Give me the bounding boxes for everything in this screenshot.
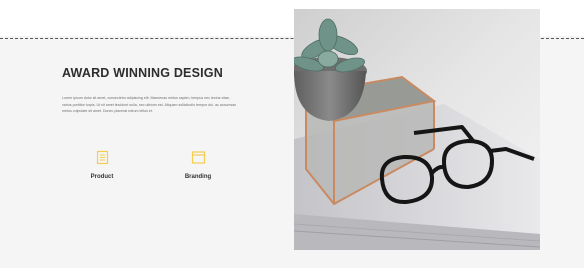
browser-window-icon (191, 151, 205, 164)
feature-product: Product (72, 150, 132, 180)
document-icon (96, 150, 108, 165)
feature-product-label: Product (90, 174, 114, 180)
feature-branding: Branding (168, 150, 228, 180)
about-section: AWARD WINNING DESIGN Lorem ipsum dolor s… (0, 0, 584, 277)
section-title: AWARD WINNING DESIGN (62, 66, 223, 80)
succulent-glasses-photo (294, 9, 540, 250)
section-paragraph: Lorem ipsum dolor sit amet, consectetur … (62, 96, 237, 114)
feature-branding-label: Branding (184, 174, 212, 180)
